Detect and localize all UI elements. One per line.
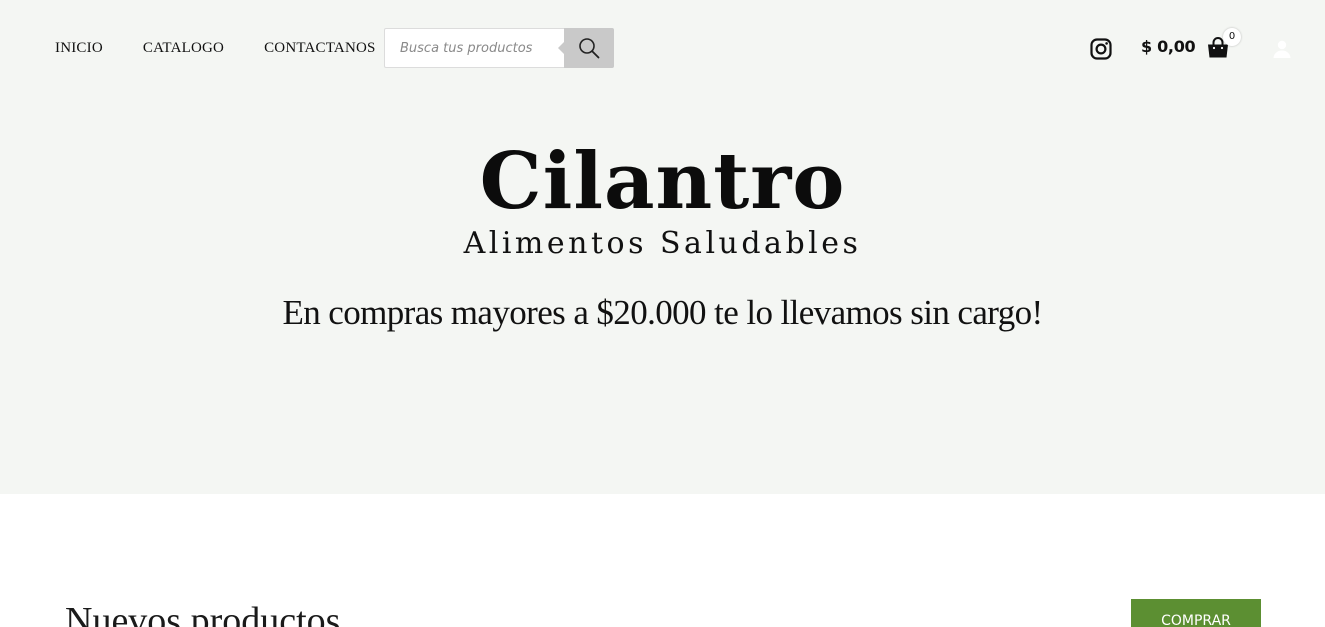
brand-logo-text: Cilantro: [479, 136, 846, 227]
promo-banner-text: En compras mayores a $20.000 te lo lleva…: [282, 293, 1043, 332]
instagram-icon[interactable]: [1089, 37, 1113, 61]
nav-link-inicio[interactable]: INICIO: [55, 40, 103, 57]
cart-total[interactable]: $ 0,00: [1141, 37, 1196, 56]
search-button[interactable]: [558, 28, 614, 68]
main-nav: INICIO CATALOGO CONTACTANOS: [55, 28, 396, 68]
search-input[interactable]: [384, 28, 564, 68]
product-search: [384, 28, 614, 68]
section-title-new-products: Nuevos productos: [65, 600, 341, 627]
user-icon[interactable]: [1272, 39, 1292, 59]
brand-tagline: Alimentos Saludables: [463, 226, 862, 261]
nav-link-catalogo[interactable]: CATALOGO: [143, 40, 224, 57]
buy-button[interactable]: COMPRAR: [1131, 599, 1261, 627]
cart-count-badge: 0: [1223, 28, 1241, 46]
nav-link-contactanos[interactable]: CONTACTANOS: [264, 40, 375, 57]
search-icon: [579, 38, 600, 59]
